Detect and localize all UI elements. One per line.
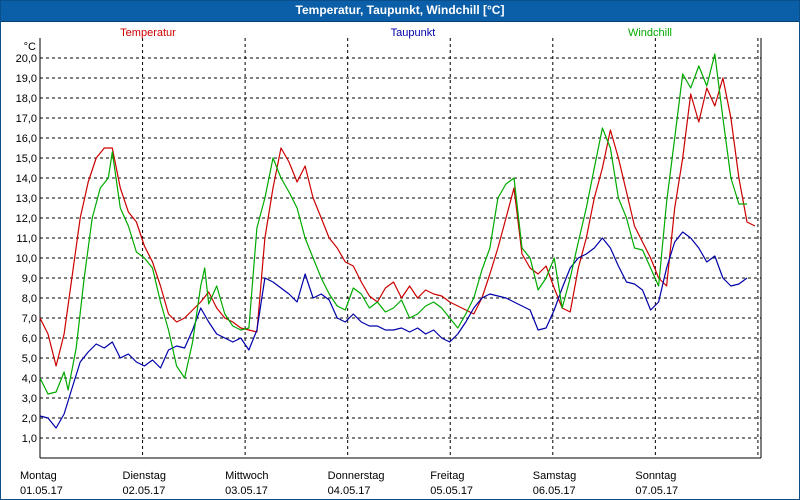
- y-tick-label: 13,0: [16, 193, 37, 205]
- y-tick-label: 5,0: [22, 353, 37, 365]
- y-tick-label: 14,0: [16, 173, 37, 185]
- axes: [39, 38, 762, 459]
- legend-windchill: Windchill: [628, 27, 672, 39]
- day-name-label: Mittwoch: [225, 470, 268, 482]
- day-name-label: Samstag: [533, 470, 576, 482]
- y-axis-ticks: 1,0 2,0 3,0 4,0 5,0 6,0 7,0 8,0 9,0 10,0 11,0 12,0 1…: [16, 41, 37, 445]
- day-name-label: Montag: [20, 470, 57, 482]
- y-tick-label: 3,0: [22, 393, 37, 405]
- day-name-label: Dienstag: [123, 470, 166, 482]
- day-name-label: Freitag: [430, 470, 464, 482]
- day-date-label: 02.05.17: [123, 485, 166, 497]
- y-tick-label: 16,0: [16, 133, 37, 145]
- y-tick-label: 18,0: [16, 93, 37, 105]
- y-tick-label: 6,0: [22, 333, 37, 345]
- series-line-windchill: [39, 53, 747, 395]
- y-unit-label: °C: [24, 41, 36, 53]
- legend-temperatur: Temperatur: [120, 27, 176, 39]
- day-date-label: 01.05.17: [20, 485, 63, 497]
- day-date-label: 07.05.17: [635, 485, 678, 497]
- series-line-taupunkt: [39, 231, 748, 429]
- y-tick-label: 1,0: [22, 433, 37, 445]
- y-tick-label: 4,0: [22, 373, 37, 385]
- day-name-label: Donnerstag: [328, 470, 385, 482]
- y-tick-label: 9,0: [22, 273, 37, 285]
- day-date-label: 03.05.17: [225, 485, 268, 497]
- y-tick-label: 12,0: [16, 213, 37, 225]
- y-tick-label: 15,0: [16, 153, 37, 165]
- day-name-label: Sonntag: [635, 470, 676, 482]
- y-tick-label: 2,0: [22, 413, 37, 425]
- chart-canvas: 1,0 2,0 3,0 4,0 5,0 6,0 7,0 8,0 9,0 10,0 11,0 12,0 1…: [16, 27, 762, 497]
- legend: Temperatur Taupunkt Windchill: [120, 27, 672, 39]
- y-tick-label: 19,0: [16, 73, 37, 85]
- gridlines: [40, 38, 761, 458]
- y-tick-label: 17,0: [16, 113, 37, 125]
- day-date-label: 06.05.17: [533, 485, 576, 497]
- y-tick-label: 20,0: [16, 53, 37, 65]
- day-date-label: 05.05.17: [430, 485, 473, 497]
- x-axis-day-labels: Montag 01.05.17 Dienstag 02.05.17 Mittwoch 03…: [20, 470, 678, 497]
- y-tick-label: 7,0: [22, 313, 37, 325]
- day-date-label: 04.05.17: [328, 485, 371, 497]
- series-lines: [39, 53, 756, 429]
- y-tick-label: 11,0: [16, 233, 37, 245]
- y-tick-label: 8,0: [22, 293, 37, 305]
- legend-taupunkt: Taupunkt: [391, 27, 436, 39]
- y-tick-label: 10,0: [16, 253, 37, 265]
- series-line-temperatur: [39, 77, 756, 367]
